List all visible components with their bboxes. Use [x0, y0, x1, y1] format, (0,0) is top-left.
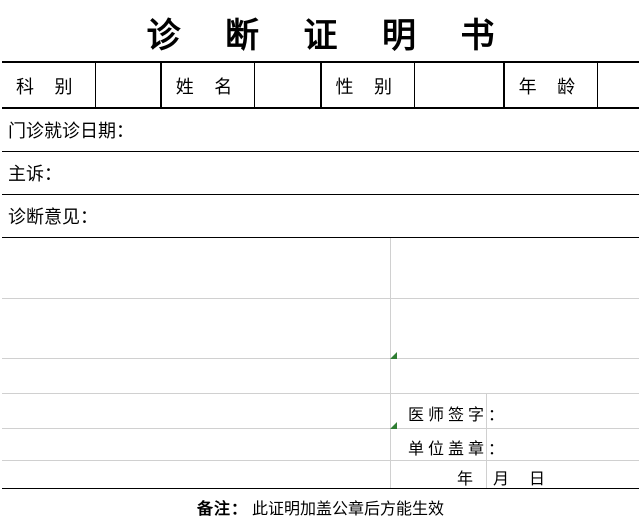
- diagnosis-body-area[interactable]: 医 师 签 字 ： 单 位 盖 章 ： 年 月 日: [2, 238, 639, 488]
- date-row: 年 月 日: [457, 465, 545, 489]
- visit-date-label: 门诊就诊日期：: [8, 121, 134, 141]
- age-value[interactable]: [598, 63, 639, 107]
- unit-seal-label: 单 位 盖 章 ：: [408, 435, 504, 459]
- sex-label: 性 别: [322, 63, 416, 107]
- sex-value[interactable]: [415, 63, 505, 107]
- day-label: 日: [529, 471, 545, 488]
- dept-label: 科 别: [2, 63, 96, 107]
- doctor-signature-label: 医 师 签 字 ：: [408, 401, 504, 425]
- medical-certificate-form: 诊 断 证 明 书 科 别 姓 名 性 别 年 龄 门诊就诊日期： 主诉： 诊断…: [2, 2, 639, 523]
- age-label: 年 龄: [505, 63, 599, 107]
- footnote-text: 此证明加盖公章后方能生效: [252, 501, 444, 518]
- year-label: 年: [457, 471, 473, 488]
- name-value[interactable]: [255, 63, 321, 107]
- complaint-label: 主诉：: [8, 164, 62, 184]
- chief-complaint-row: 主诉：: [2, 152, 639, 195]
- name-label: 姓 名: [162, 63, 256, 107]
- footnote-row: 备注： 此证明加盖公章后方能生效: [2, 488, 639, 523]
- page-title: 诊 断 证 明 书: [2, 2, 639, 63]
- marker-icon: [390, 422, 397, 429]
- marker-icon: [390, 352, 397, 359]
- visit-date-row: 门诊就诊日期：: [2, 109, 639, 152]
- patient-info-row: 科 别 姓 名 性 别 年 龄: [2, 63, 639, 109]
- diagnosis-label: 诊断意见：: [8, 207, 98, 227]
- dept-value[interactable]: [96, 63, 162, 107]
- footnote-label: 备注：: [197, 501, 248, 518]
- month-label: 月: [493, 471, 509, 488]
- diagnosis-label-row: 诊断意见：: [2, 195, 639, 238]
